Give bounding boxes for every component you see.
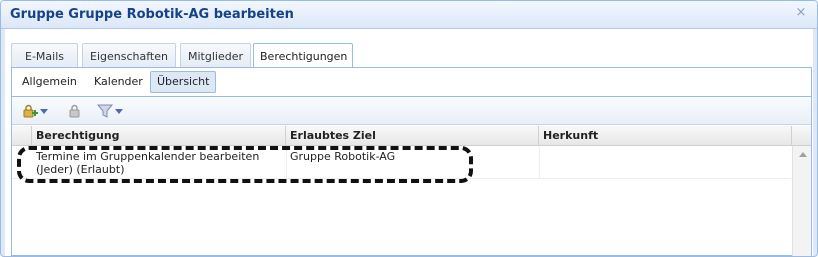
chevron-down-icon [40,108,48,114]
add-permission-button[interactable] [22,103,48,119]
tab-eigenschaften[interactable]: Eigenschaften [82,43,176,68]
column-divider [539,147,540,179]
remove-permission-icon [69,104,80,118]
close-icon[interactable]: × [794,6,808,20]
main-tabs: E-Mails Eigenschaften Mitglieder Berecht… [5,29,813,69]
column-header-berechtigung[interactable]: Berechtigung [32,126,286,146]
subtab-allgemein[interactable]: Allgemein [16,71,83,93]
dialog-title: Gruppe Gruppe Robotik-AG bearbeiten [10,7,294,22]
permissions-toolbar [12,97,811,125]
filter-icon [97,104,113,118]
sub-tabs: Allgemein Kalender Übersicht [11,68,812,96]
dialog-body: E-Mails Eigenschaften Mitglieder Berecht… [5,29,813,256]
permission-line: Termine im Gruppenkalender bearbeiten [36,150,260,163]
tab-emails[interactable]: E-Mails [11,43,78,68]
subtab-kalender[interactable]: Kalender [88,71,149,93]
row-number-header [12,126,32,146]
permission-scope: (Jeder) (Erlaubt) [36,163,125,176]
scroll-up-icon[interactable] [799,152,807,157]
column-header-herkunft[interactable]: Herkunft [539,126,792,146]
permissions-panel: Berechtigung Erlaubtes Ziel Herkunft Ter… [11,96,812,256]
edit-group-dialog: Gruppe Gruppe Robotik-AG bearbeiten × E-… [0,0,818,257]
column-header-erlaubtes-ziel[interactable]: Erlaubtes Ziel [286,126,539,146]
dialog-titlebar[interactable]: Gruppe Gruppe Robotik-AG bearbeiten × [1,1,817,29]
tab-mitglieder[interactable]: Mitglieder [180,43,251,68]
grid-header: Berechtigung Erlaubtes Ziel Herkunft [12,126,811,146]
subtab-uebersicht[interactable]: Übersicht [150,71,217,93]
cell-erlaubtes-ziel: Gruppe Robotik-AG [290,150,396,163]
remove-permission-button[interactable] [67,103,83,119]
cell-berechtigung: Termine im Gruppenkalender bearbeiten (J… [32,150,286,176]
vertical-scrollbar[interactable] [792,146,811,256]
table-row[interactable]: Termine im Gruppenkalender bearbeiten (J… [12,147,791,179]
chevron-down-icon [115,108,123,114]
column-divider [286,147,287,179]
tab-berechtigungen[interactable]: Berechtigungen [253,43,353,69]
filter-button[interactable] [97,103,123,119]
add-permission-icon [23,104,38,118]
